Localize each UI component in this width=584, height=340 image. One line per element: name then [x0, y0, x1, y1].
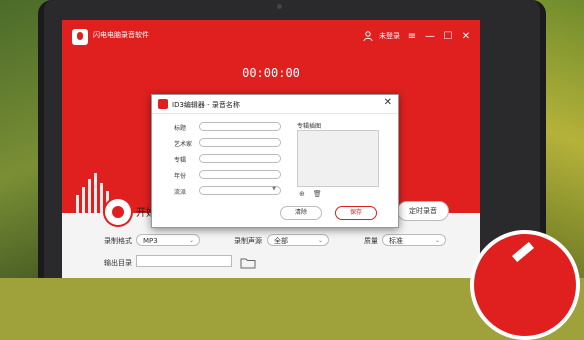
user-icon[interactable]	[363, 31, 373, 41]
artist-input[interactable]	[199, 138, 281, 147]
minimize-icon[interactable]: —	[424, 30, 436, 42]
year-input[interactable]	[199, 170, 281, 179]
cover-label: 专辑插图	[297, 123, 322, 130]
source-select[interactable]: 全部 ⌄	[267, 234, 329, 246]
id3-editor-dialog: ID3编辑器 - 录音名称 ✕ 标题 艺术家 专辑 年份 流派 ▼ 专辑插图 ⊕…	[151, 94, 399, 228]
record-icon	[112, 206, 124, 218]
microphone-logo-icon	[72, 29, 88, 45]
album-cover-area[interactable]	[297, 130, 379, 187]
format-select[interactable]: MP3 ⌄	[136, 234, 200, 246]
delete-icon[interactable]: 🗑	[313, 190, 322, 198]
quality-label: 质量	[364, 237, 378, 245]
field-label-title: 标题	[174, 125, 187, 132]
maximize-icon[interactable]: ☐	[442, 30, 454, 42]
camera-icon	[277, 4, 282, 9]
field-label-artist: 艺术家	[174, 141, 193, 148]
microphone-logo-icon	[158, 99, 168, 109]
folder-icon[interactable]	[240, 254, 256, 273]
timed-record-button[interactable]: 定时录音	[397, 201, 449, 221]
format-label: 录制格式	[104, 237, 132, 245]
dialog-close-icon[interactable]: ✕	[384, 97, 392, 108]
quality-value: 标准	[389, 237, 403, 245]
title-input[interactable]	[199, 122, 281, 131]
chevron-down-icon: ⌄	[317, 237, 323, 244]
quality-select[interactable]: 标准 ⌄	[382, 234, 446, 246]
source-label: 录制声源	[234, 237, 262, 245]
output-dir-input[interactable]	[136, 255, 232, 267]
album-input[interactable]	[199, 154, 281, 163]
chevron-down-icon: ⌄	[434, 237, 440, 244]
chevron-down-icon: ⌄	[188, 237, 194, 244]
clear-button[interactable]: 清除	[280, 206, 322, 220]
title-bar-controls: 未登录 ≡ — ☐ ✕	[363, 28, 472, 44]
app-title: 闪电电脑录音软件	[93, 31, 149, 39]
pen-icon	[512, 241, 534, 263]
recording-timer: 00:00:00	[242, 66, 300, 80]
chevron-down-icon: ▼	[272, 186, 276, 192]
format-value: MP3	[143, 237, 158, 245]
add-icon[interactable]: ⊕	[299, 190, 305, 198]
dialog-title: ID3编辑器 - 录音名称	[172, 101, 240, 109]
cover-tools: ⊕ 🗑	[299, 190, 322, 198]
close-icon[interactable]: ✕	[460, 30, 472, 42]
save-button[interactable]: 保存	[335, 206, 377, 220]
dialog-title-bar: ID3编辑器 - 录音名称 ✕	[152, 95, 398, 114]
start-record-button[interactable]	[105, 199, 131, 225]
login-status[interactable]: 未登录	[379, 31, 400, 41]
brand-badge	[470, 230, 580, 340]
menu-icon[interactable]: ≡	[406, 30, 418, 42]
title-bar: 闪电电脑录音软件 未登录 ≡ — ☐ ✕	[62, 20, 480, 52]
field-label-genre: 流派	[174, 189, 187, 196]
settings-panel: 录制格式 MP3 ⌄ 录制声源 全部 ⌄ 质量 标准 ⌄ 输出目录	[62, 230, 480, 278]
genre-select[interactable]: ▼	[199, 186, 281, 195]
field-label-year: 年份	[174, 173, 187, 180]
field-label-album: 专辑	[174, 157, 187, 164]
source-value: 全部	[274, 237, 288, 245]
output-dir-label: 输出目录	[104, 259, 132, 267]
